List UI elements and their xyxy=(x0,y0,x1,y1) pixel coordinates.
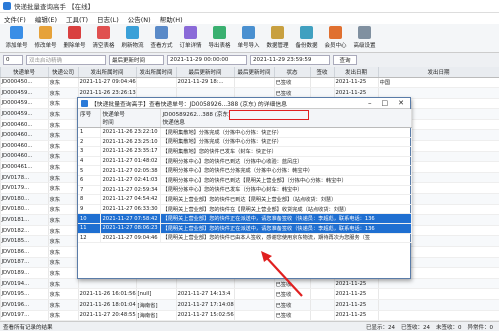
status-text: 查看所有记录的结果 xyxy=(3,324,53,331)
pointer-arrow xyxy=(261,251,303,297)
shown-count: 已显示：24 xyxy=(366,324,395,331)
status-bar: 查看所有记录的结果 已显示：24 已签收：24 未签收：0 异常件：0 xyxy=(0,321,499,331)
exception-count: 异常件：0 xyxy=(467,324,494,331)
unsigned-count: 未签收：0 xyxy=(436,324,462,331)
signed-count: 已签收：24 xyxy=(401,324,430,331)
